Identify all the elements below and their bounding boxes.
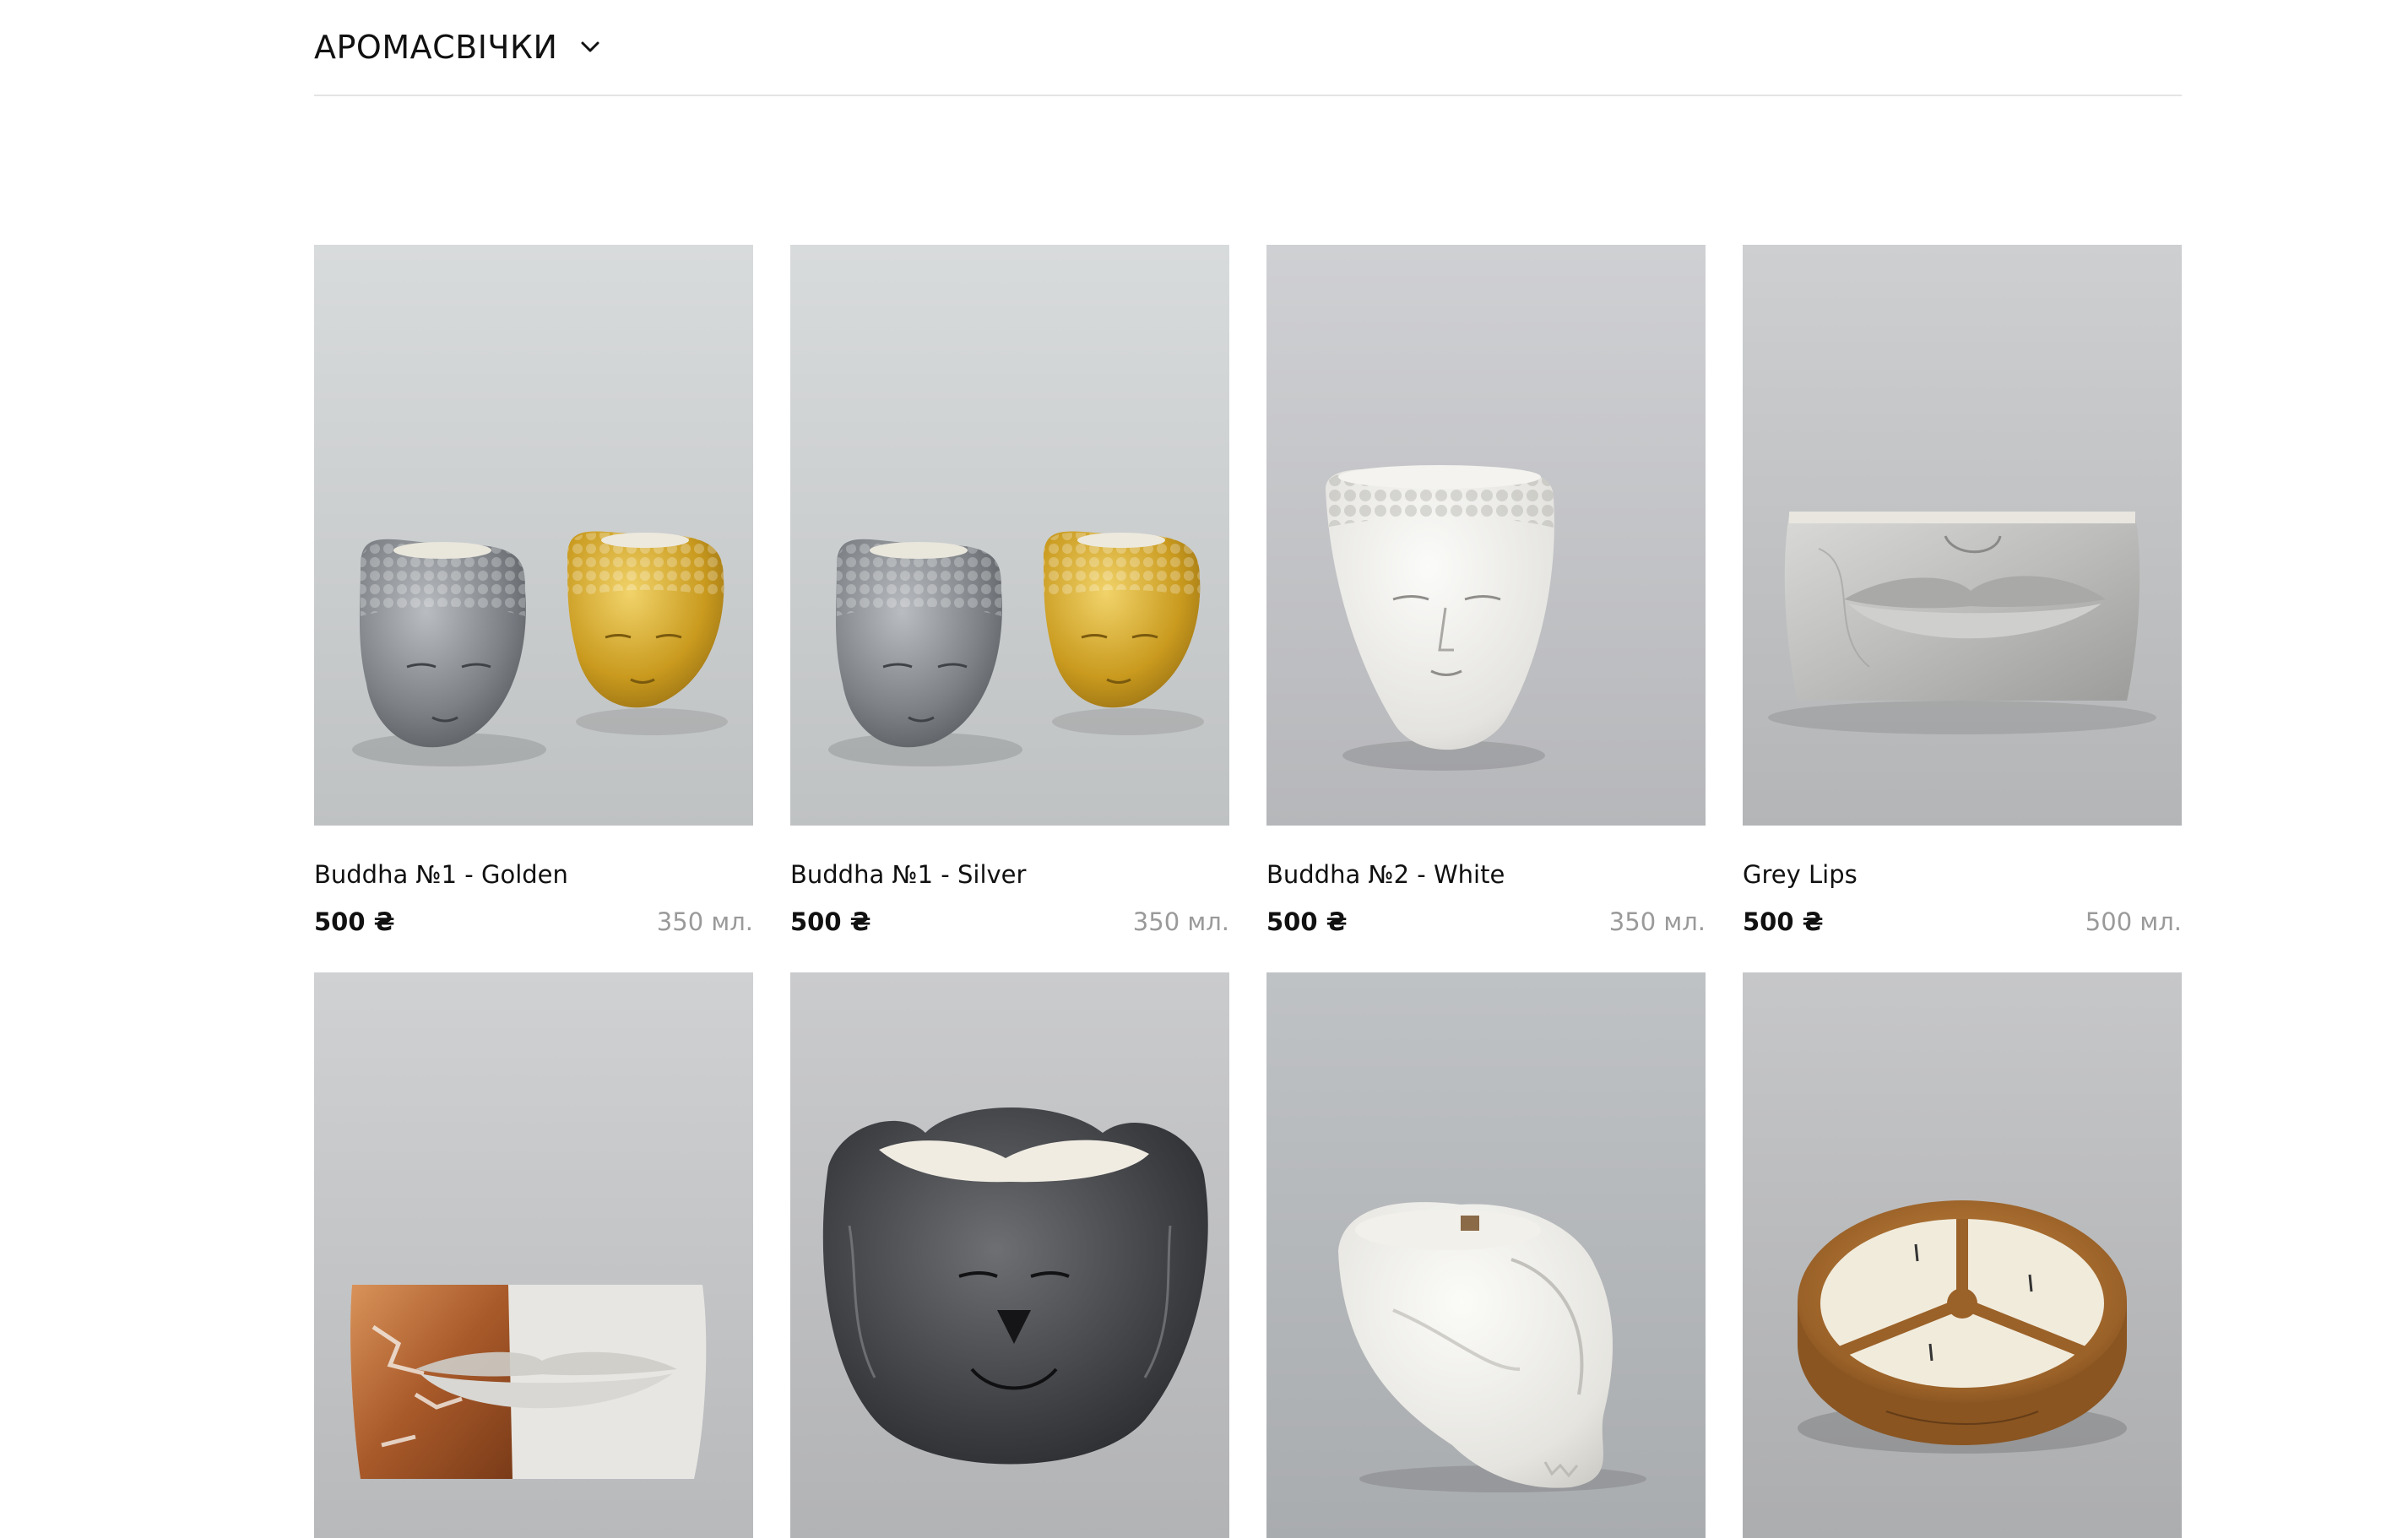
product-card[interactable] [314,972,753,1538]
product-image[interactable] [790,245,1229,826]
product-image[interactable] [1266,972,1706,1538]
product-image[interactable] [1743,972,2182,1538]
product-meta: 500 ₴ 350 мл. [790,905,1229,939]
product-card[interactable] [1266,972,1706,1538]
product-image[interactable] [314,972,753,1538]
product-card[interactable]: Buddha №1 - Silver 500 ₴ 350 мл. [790,245,1229,939]
product-volume: 350 мл. [1132,907,1229,936]
category-dropdown-toggle[interactable]: АРОМАСВІЧКИ [314,25,603,69]
product-card[interactable]: Grey Lips 500 ₴ 500 мл. [1743,245,2182,939]
product-meta: 500 ₴ 350 мл. [1266,905,1706,939]
product-image[interactable] [1743,245,2182,826]
product-price: 500 ₴ [314,907,395,936]
product-card[interactable]: Buddha №2 - White 500 ₴ 350 мл. [1266,245,1706,939]
product-card[interactable] [1743,972,2182,1538]
product-image[interactable] [1266,245,1706,826]
product-card[interactable]: Buddha №1 - Golden 500 ₴ 350 мл. [314,245,753,939]
product-meta: 500 ₴ 500 мл. [1743,905,2182,939]
product-price: 500 ₴ [1266,907,1348,936]
product-name[interactable]: Buddha №2 - White [1266,858,1706,891]
product-volume: 350 мл. [1608,907,1706,936]
product-image[interactable] [790,972,1229,1538]
category-title: АРОМАСВІЧКИ [314,29,558,66]
product-image[interactable] [314,245,753,826]
product-meta: 500 ₴ 350 мл. [314,905,753,939]
product-name[interactable]: Grey Lips [1743,858,2182,891]
product-name[interactable]: Buddha №1 - Silver [790,858,1229,891]
product-volume: 350 мл. [656,907,753,936]
product-card[interactable] [790,972,1229,1538]
product-price: 500 ₴ [790,907,871,936]
chevron-down-icon [578,35,603,60]
category-header: АРОМАСВІЧКИ [314,0,2182,96]
product-price: 500 ₴ [1743,907,1824,936]
product-volume: 500 мл. [2085,907,2182,936]
product-name[interactable]: Buddha №1 - Golden [314,858,753,891]
product-grid: Buddha №1 - Golden 500 ₴ 350 мл. Buddha … [314,245,2182,1538]
